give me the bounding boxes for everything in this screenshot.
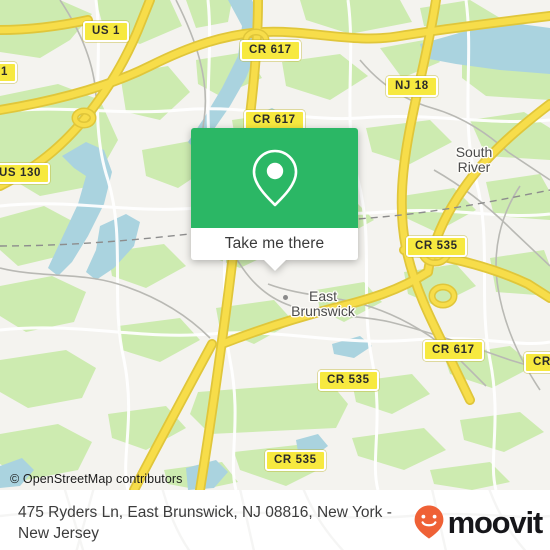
place-label-south-river: South River	[455, 144, 493, 175]
shield-cr-535-bottom[interactable]: CR 535	[265, 450, 326, 471]
shield-nj-18[interactable]: NJ 18	[386, 76, 438, 97]
moovit-brand[interactable]: moovit	[412, 504, 544, 540]
shield-cr-535-mid[interactable]: CR 535	[318, 370, 379, 391]
card-header	[191, 128, 358, 228]
shield-cr-6-edge[interactable]: CR 6	[524, 352, 550, 373]
shield-us-1-edge[interactable]: 1	[0, 62, 17, 83]
place-dot-east-brunswick	[283, 295, 288, 300]
shield-cr-535-right[interactable]: CR 535	[406, 236, 467, 257]
footer-bar: 475 Ryders Ln, East Brunswick, NJ 08816,…	[0, 490, 550, 550]
shield-us-1[interactable]: US 1	[83, 21, 129, 42]
map-pin-icon	[252, 149, 297, 207]
address-text: 475 Ryders Ln, East Brunswick, NJ 08816,…	[18, 504, 392, 542]
map-canvas[interactable]: US 1 1 US 130 CR 617 CR 617 NJ 18 CR 535…	[0, 0, 550, 490]
moovit-map-page: US 1 1 US 130 CR 617 CR 617 NJ 18 CR 535…	[0, 0, 550, 550]
take-me-there-button[interactable]: Take me there	[191, 228, 358, 271]
moovit-wordmark: moovit	[447, 504, 544, 540]
moovit-pin-smiley-icon	[414, 505, 443, 539]
take-me-there-label: Take me there	[224, 235, 325, 252]
osm-attribution: © OpenStreetMap contributors	[10, 472, 183, 486]
destination-info-card[interactable]: Take me there	[191, 128, 358, 271]
card-pointer-tail	[263, 260, 286, 271]
shield-cr-617-top[interactable]: CR 617	[240, 40, 301, 61]
shield-cr-617-lower[interactable]: CR 617	[423, 340, 484, 361]
place-label-east-brunswick: East Brunswick	[291, 288, 355, 319]
shield-us-130[interactable]: US 130	[0, 163, 50, 184]
